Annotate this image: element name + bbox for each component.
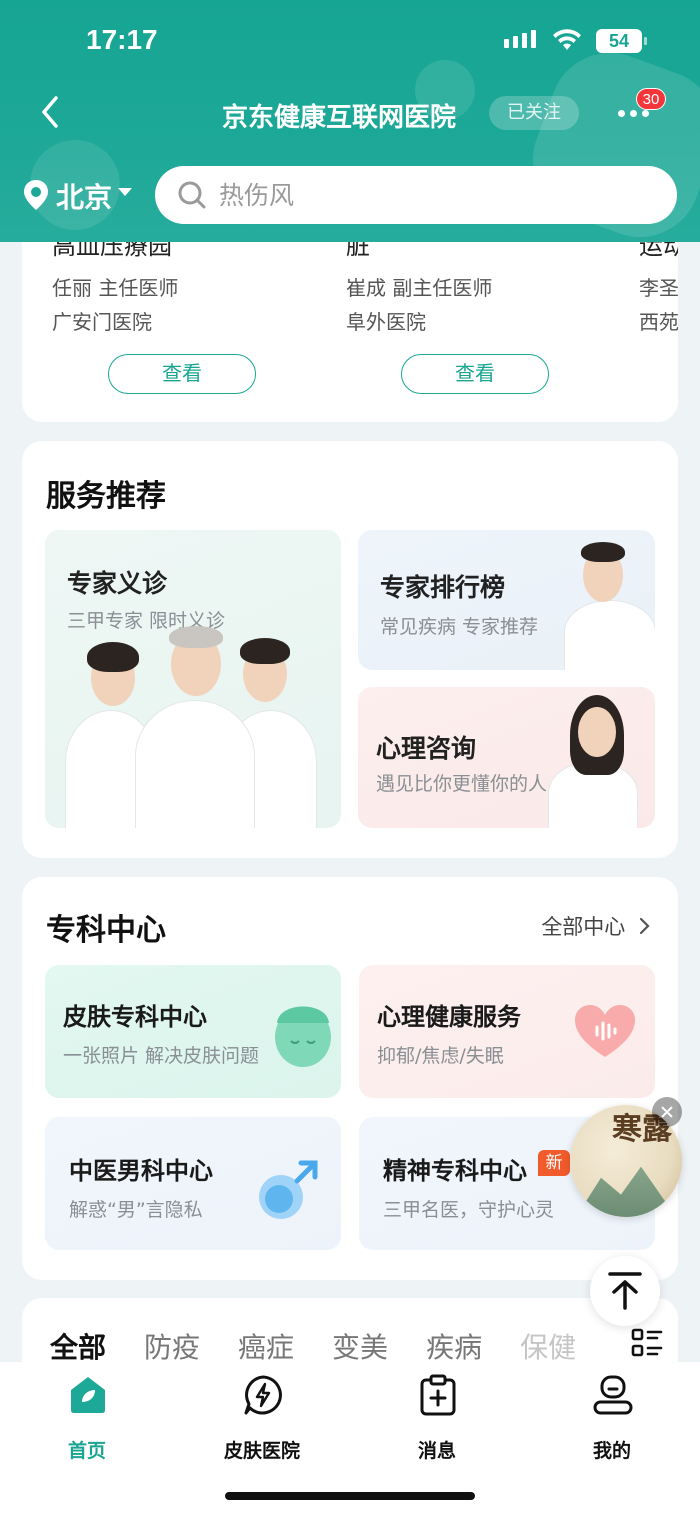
male-symbol-icon <box>259 1160 318 1219</box>
bottom-navigation: 首页 皮肤医院 消息 我的 <box>0 1362 700 1514</box>
view-doctor-button[interactable]: 查看 <box>401 354 549 394</box>
nav-label: 皮肤医院 <box>223 1440 300 1462</box>
psychological-consultation-card[interactable]: 心理咨询 遇见比你更懂你的人 <box>358 687 655 828</box>
doctor-hospital: 西苑 <box>639 310 678 334</box>
tab-health-care[interactable]: 保健 <box>520 1326 576 1366</box>
specialty-subtitle: 三甲名医，守护心灵 <box>383 1199 555 1221</box>
service-title: 专家排行榜 <box>380 573 506 602</box>
specialty-title: 精神专科中心 <box>383 1157 527 1185</box>
back-to-top-button[interactable] <box>590 1256 660 1326</box>
profile-icon <box>593 1375 633 1415</box>
search-bar[interactable] <box>155 166 677 224</box>
doctor-name: 崔成 副主任医师 <box>346 276 493 300</box>
specialty-subtitle: 解惑“男”言隐私 <box>69 1199 203 1221</box>
category-menu-button[interactable] <box>626 1324 678 1364</box>
city-selector[interactable]: 北京 <box>56 176 112 216</box>
status-time: 17:17 <box>86 24 158 55</box>
doctor-name: 李圣 <box>639 276 678 300</box>
service-title: 心理咨询 <box>376 734 477 763</box>
back-button[interactable] <box>32 92 72 132</box>
close-icon[interactable] <box>652 1097 682 1127</box>
chevron-right-icon <box>639 917 650 935</box>
doctor-name: 任丽 主任医师 <box>52 276 179 300</box>
location-pin-icon[interactable] <box>22 178 50 212</box>
tcm-andrology-center-card[interactable]: 中医男科中心 解惑“男”言隐私 <box>45 1117 341 1250</box>
wifi-icon <box>553 29 581 50</box>
page-title: 京东健康互联网医院 <box>222 103 457 133</box>
follow-status-button[interactable]: 已关注 <box>489 96 579 130</box>
specialty-title: 心理健康服务 <box>377 1003 521 1031</box>
expert-free-clinic-card[interactable]: 专家义诊 三甲专家 限时义诊 <box>45 530 341 828</box>
nav-label: 消息 <box>417 1440 456 1462</box>
list-grid-icon <box>631 1328 663 1357</box>
tab-beauty[interactable]: 变美 <box>332 1326 388 1366</box>
nav-label: 首页 <box>67 1440 106 1462</box>
clipboard-plus-icon <box>420 1374 456 1416</box>
lightning-icon <box>244 1375 282 1415</box>
home-indicator <box>225 1492 475 1500</box>
face-mask-icon <box>275 1006 331 1067</box>
all-centers-label: 全部中心 <box>541 915 626 939</box>
search-input[interactable] <box>219 175 639 215</box>
doctor-hospital: 阜外医院 <box>346 310 426 334</box>
tab-disease[interactable]: 疾病 <box>426 1326 482 1366</box>
notification-badge: 30 <box>636 88 666 110</box>
new-badge: 新 <box>538 1150 570 1176</box>
tab-cancer[interactable]: 癌症 <box>238 1326 294 1366</box>
heart-icon <box>575 1005 635 1057</box>
service-subtitle: 遇见比你更懂你的人 <box>376 773 548 795</box>
search-icon <box>178 181 206 209</box>
all-centers-link[interactable]: 全部中心 <box>541 911 652 941</box>
mountain-illustration <box>576 1166 676 1217</box>
service-title: 专家义诊 <box>67 569 168 598</box>
dermatology-center-card[interactable]: 皮肤专科中心 一张照片 解决皮肤问题 <box>45 965 341 1098</box>
battery-icon: 54 <box>596 29 647 53</box>
tab-all[interactable]: 全部 <box>50 1326 117 1372</box>
home-icon <box>71 1377 105 1413</box>
arrow-up-icon <box>608 1272 642 1310</box>
specialty-center-card: 专科中心 全部中心 皮肤专科中心 一张照片 解决皮肤问题 心理健康服务 抑郁/焦… <box>22 877 678 1280</box>
mental-health-service-card[interactable]: 心理健康服务 抑郁/焦虑/失眠 <box>359 965 655 1098</box>
service-subtitle: 常见疾病 专家推荐 <box>380 616 539 638</box>
category-tabs: 全部 防疫 癌症 变美 疾病 保健 <box>50 1326 614 1372</box>
cellular-signal-icon <box>504 30 536 48</box>
expert-ranking-card[interactable]: 专家排行榜 常见疾病 专家推荐 <box>358 530 655 670</box>
view-doctor-button[interactable]: 查看 <box>108 354 256 394</box>
service-recommendation-card: 服务推荐 专家义诊 三甲专家 限时义诊 专家排行榜 常见疾病 专家推荐 心理咨询… <box>22 441 678 858</box>
doctor-hospital: 广安门医院 <box>52 310 152 334</box>
specialty-title: 中医男科中心 <box>69 1157 213 1185</box>
section-title: 服务推荐 <box>46 479 166 514</box>
header: 17:17 54 京东健康互联网医院 已关注 30 北京 <box>0 0 700 242</box>
nav-label: 我的 <box>592 1440 631 1462</box>
chevron-down-icon[interactable] <box>118 188 132 196</box>
specialty-title: 皮肤专科中心 <box>63 1003 207 1031</box>
status-bar: 17:17 54 <box>0 0 700 80</box>
specialty-subtitle: 一张照片 解决皮肤问题 <box>63 1045 260 1067</box>
specialty-subtitle: 抑郁/焦虑/失眠 <box>377 1045 504 1067</box>
section-title: 专科中心 <box>46 913 166 948</box>
tab-epidemic[interactable]: 防疫 <box>144 1326 200 1366</box>
